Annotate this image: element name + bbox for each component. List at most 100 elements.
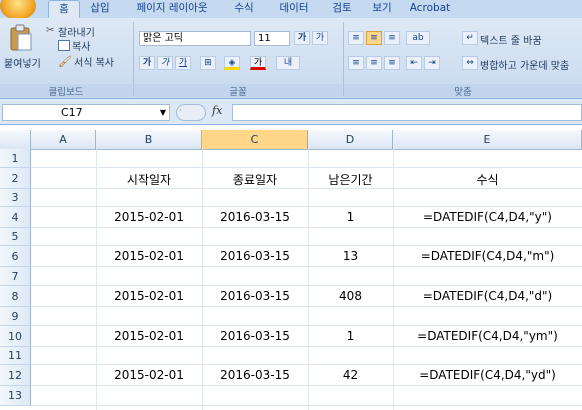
start-date-cell[interactable]: 2015-02-01: [96, 289, 202, 303]
grid-line: [31, 364, 582, 365]
start-date-cell[interactable]: 2015-02-01: [96, 368, 202, 382]
align-middle-icon[interactable]: ≡: [366, 31, 382, 45]
merge-center-button[interactable]: 병합하고 가운데 맞춤: [480, 57, 569, 72]
row-header[interactable]: 10: [0, 326, 31, 347]
font-size-select[interactable]: 11: [254, 31, 290, 46]
clipboard-group-label: 클립보드: [0, 84, 132, 98]
align-center-icon[interactable]: ≡: [366, 56, 382, 70]
chevron-down-icon[interactable]: ▼: [160, 105, 166, 120]
formula-cell[interactable]: =DATEDIF(C4,D4,"ym"): [393, 329, 582, 343]
end-date-cell[interactable]: 2016-03-15: [202, 368, 308, 382]
row-header[interactable]: 5: [0, 228, 31, 246]
name-box-value: C17: [61, 106, 83, 119]
tab-insert[interactable]: 삽입: [84, 0, 116, 18]
grow-font-icon[interactable]: 가: [294, 31, 310, 45]
tab-data[interactable]: 데이터: [272, 0, 316, 18]
formula-cell[interactable]: =DATEDIF(C4,D4,"y"): [393, 210, 582, 224]
grid-line: [31, 285, 582, 286]
end-date-cell[interactable]: 2016-03-15: [202, 329, 308, 343]
cut-button[interactable]: 잘라내기: [58, 24, 95, 39]
column-header-c[interactable]: C: [202, 130, 308, 149]
row-header[interactable]: 1: [0, 149, 31, 168]
orientation-icon[interactable]: ab: [406, 31, 430, 45]
tab-view[interactable]: 보기: [366, 0, 398, 18]
grid-line: [31, 206, 582, 207]
column-header-e[interactable]: E: [393, 130, 582, 149]
select-all-corner[interactable]: [0, 130, 31, 149]
border-icon[interactable]: ⊞: [200, 56, 216, 70]
formula-cell[interactable]: =DATEDIF(C4,D4,"d"): [393, 289, 582, 303]
row-header[interactable]: 8: [0, 286, 31, 307]
end-date-cell[interactable]: 2016-03-15: [202, 249, 308, 263]
fill-color-icon[interactable]: ◈: [224, 56, 240, 70]
wrap-text-icon: ↵: [462, 31, 478, 45]
formula-cell[interactable]: =DATEDIF(C4,D4,"yd"): [393, 368, 582, 382]
end-date-cell[interactable]: 2016-03-15: [202, 210, 308, 224]
tab-home[interactable]: 홈: [48, 0, 80, 19]
row-header[interactable]: 3: [0, 189, 31, 207]
shrink-font-icon[interactable]: 가: [312, 31, 328, 45]
remaining-cell[interactable]: 42: [308, 368, 393, 382]
remaining-cell[interactable]: 1: [308, 329, 393, 343]
decrease-indent-icon[interactable]: ⇤: [406, 56, 422, 70]
header-formula[interactable]: 수식: [393, 171, 582, 188]
remaining-cell[interactable]: 408: [308, 289, 393, 303]
underline-icon[interactable]: 가: [175, 56, 191, 70]
formula-input[interactable]: [232, 104, 582, 121]
row-header[interactable]: 13: [0, 386, 31, 406]
font-group-label: 글꼴: [134, 84, 342, 98]
tab-formulas[interactable]: 수식: [228, 0, 260, 18]
grid-line: [31, 346, 582, 347]
formula-controls[interactable]: ·: [176, 104, 206, 121]
header-remaining[interactable]: 남은기간: [308, 171, 393, 188]
format-painter-icon: 🖌: [58, 55, 72, 68]
grid-line: [31, 245, 582, 246]
row-header[interactable]: 12: [0, 365, 31, 386]
italic-icon[interactable]: 가: [157, 56, 173, 70]
remaining-cell[interactable]: 13: [308, 249, 393, 263]
function-icon[interactable]: fx: [212, 104, 222, 117]
row-header[interactable]: 11: [0, 347, 31, 365]
column-header-b[interactable]: B: [96, 130, 202, 149]
end-date-cell[interactable]: 2016-03-15: [202, 289, 308, 303]
column-header-a[interactable]: A: [31, 130, 96, 149]
header-start-date[interactable]: 시작일자: [96, 171, 202, 188]
start-date-cell[interactable]: 2015-02-01: [96, 249, 202, 263]
align-bottom-icon[interactable]: ≡: [384, 31, 400, 45]
row-header[interactable]: 7: [0, 267, 31, 286]
merge-center-icon: ⇔: [462, 56, 478, 70]
tab-page-layout[interactable]: 페이지 레이아웃: [124, 0, 220, 18]
formula-cell[interactable]: =DATEDIF(C4,D4,"m"): [393, 249, 582, 263]
align-top-icon[interactable]: ≡: [348, 31, 364, 45]
bold-icon[interactable]: 가: [139, 56, 155, 70]
font-name-select[interactable]: 맑은 고딕: [139, 31, 251, 46]
start-date-cell[interactable]: 2015-02-01: [96, 210, 202, 224]
remaining-cell[interactable]: 1: [308, 210, 393, 224]
align-left-icon[interactable]: ≡: [348, 56, 364, 70]
row-header[interactable]: 4: [0, 207, 31, 228]
copy-button[interactable]: 복사: [72, 38, 90, 53]
name-box[interactable]: C17 ▼: [2, 104, 170, 121]
copy-icon: [58, 40, 70, 51]
format-painter-button[interactable]: 서식 복사: [74, 54, 114, 69]
paste-icon[interactable]: [8, 24, 34, 54]
scissors-icon: ✂: [46, 25, 55, 36]
dots-icon: ·: [179, 106, 182, 116]
tab-review[interactable]: 검토: [326, 0, 358, 18]
column-header-d[interactable]: D: [308, 130, 393, 149]
row-header[interactable]: 2: [0, 168, 31, 189]
increase-indent-icon[interactable]: ⇥: [424, 56, 440, 70]
grid-line: [31, 167, 582, 168]
grid-line: [31, 385, 582, 386]
start-date-cell[interactable]: 2015-02-01: [96, 329, 202, 343]
wrap-text-button[interactable]: 텍스트 줄 바꿈: [480, 32, 542, 47]
font-color-icon[interactable]: 가: [250, 56, 266, 70]
grid-line: [31, 325, 582, 326]
align-right-icon[interactable]: ≡: [384, 56, 400, 70]
tab-acrobat[interactable]: Acrobat: [402, 0, 458, 18]
header-end-date[interactable]: 종료일자: [202, 171, 308, 188]
phonetic-icon[interactable]: 내: [276, 56, 300, 70]
row-header[interactable]: 6: [0, 246, 31, 267]
paste-button[interactable]: 붙여넣기: [4, 55, 41, 70]
row-header[interactable]: 9: [0, 307, 31, 326]
